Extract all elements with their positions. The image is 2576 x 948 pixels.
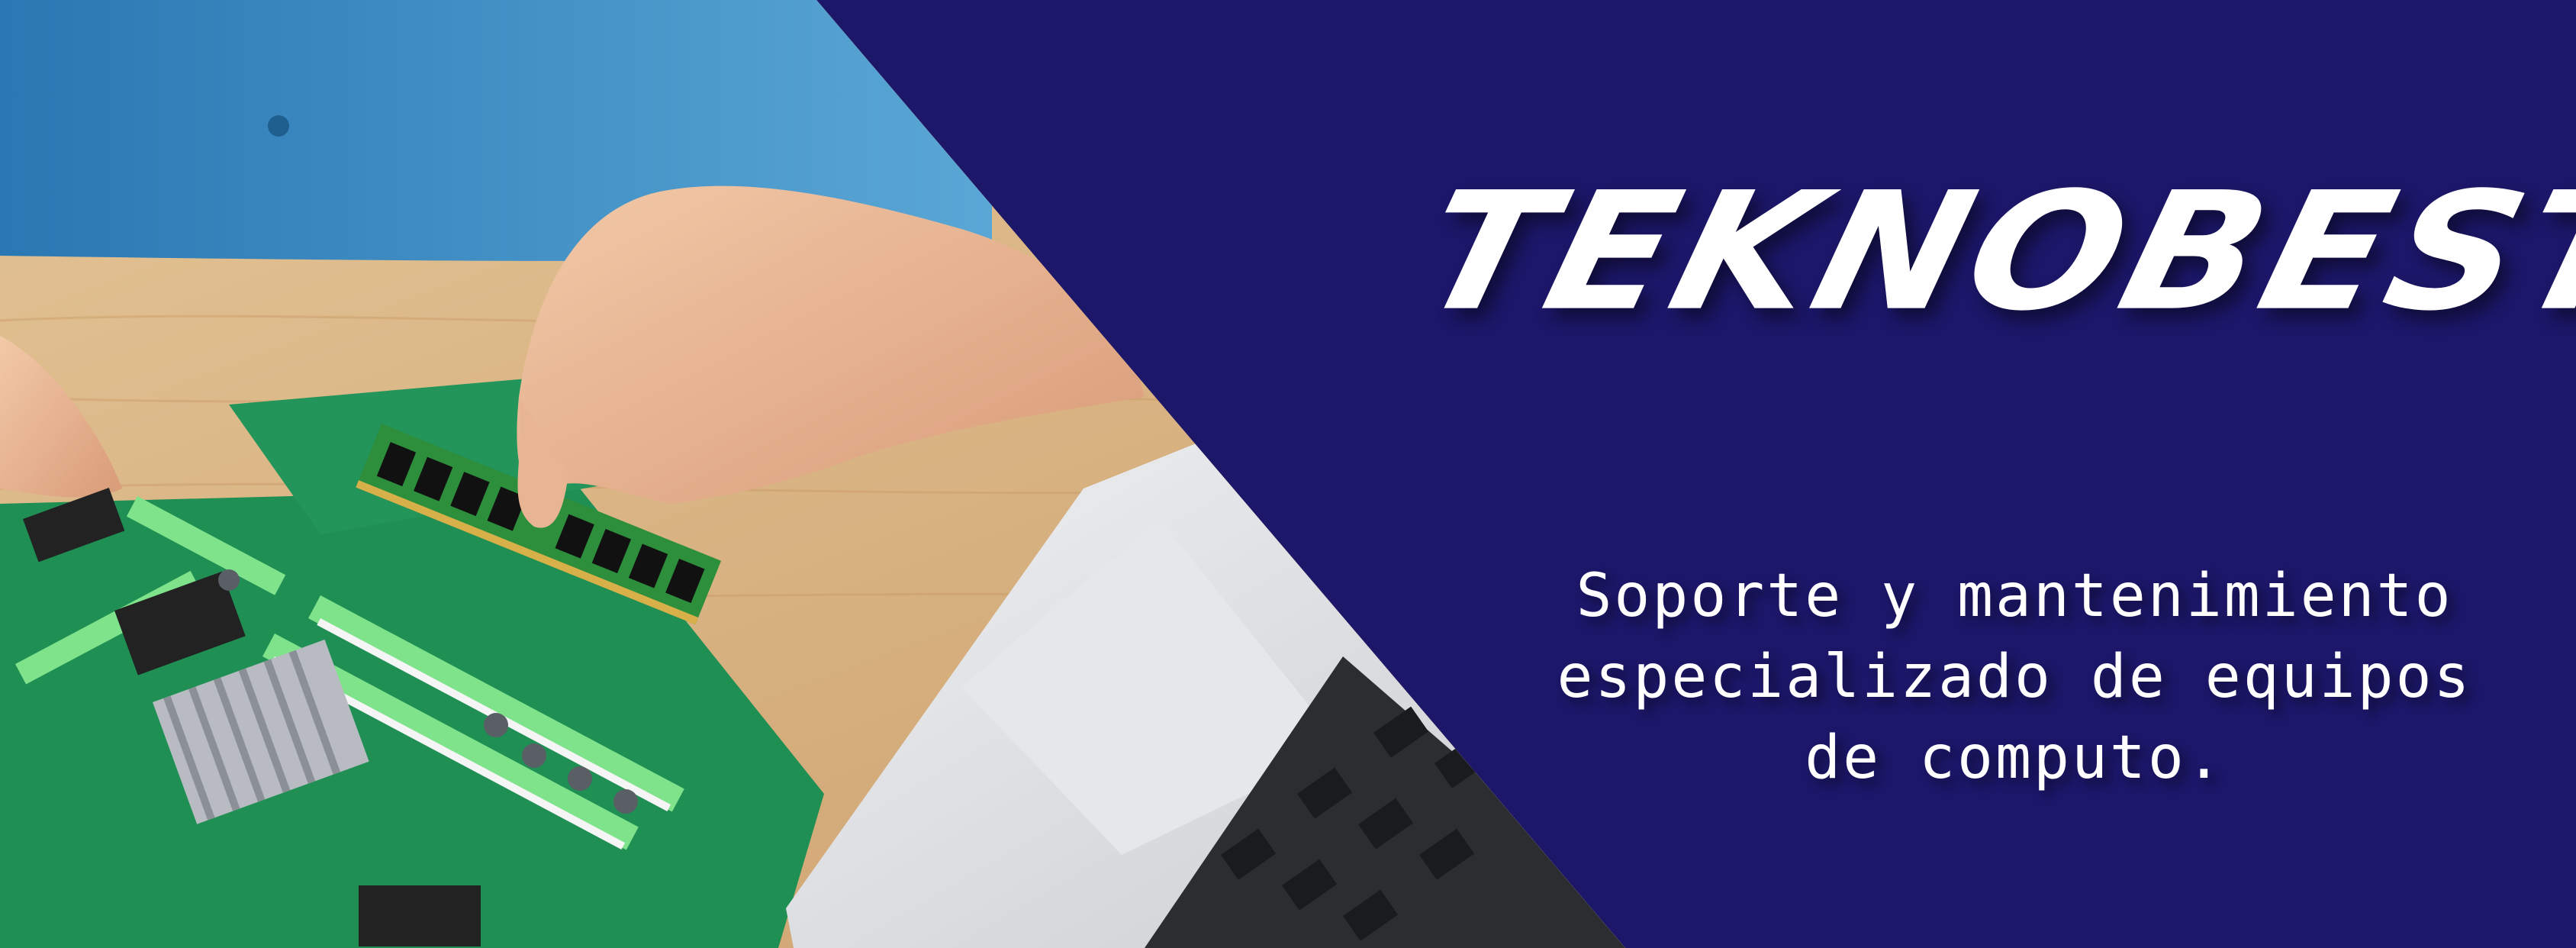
brand-name: TEKNOBEST (1403, 156, 2576, 347)
hardware-photo-illustration (0, 0, 1625, 948)
tagline-line-1: Soporte y mantenimiento (1576, 562, 2453, 630)
tagline-line-3: de computo. (1805, 724, 2224, 792)
tagline: Soporte y mantenimiento especializado de… (1480, 556, 2549, 798)
hero-banner: TEKNOBEST TM Soporte y mantenimiento esp… (0, 0, 2576, 948)
brand-logo: TEKNOBEST TM (1403, 156, 2576, 347)
tagline-line-2: especializado de equipos (1557, 643, 2472, 711)
hardware-photo (0, 0, 1625, 948)
